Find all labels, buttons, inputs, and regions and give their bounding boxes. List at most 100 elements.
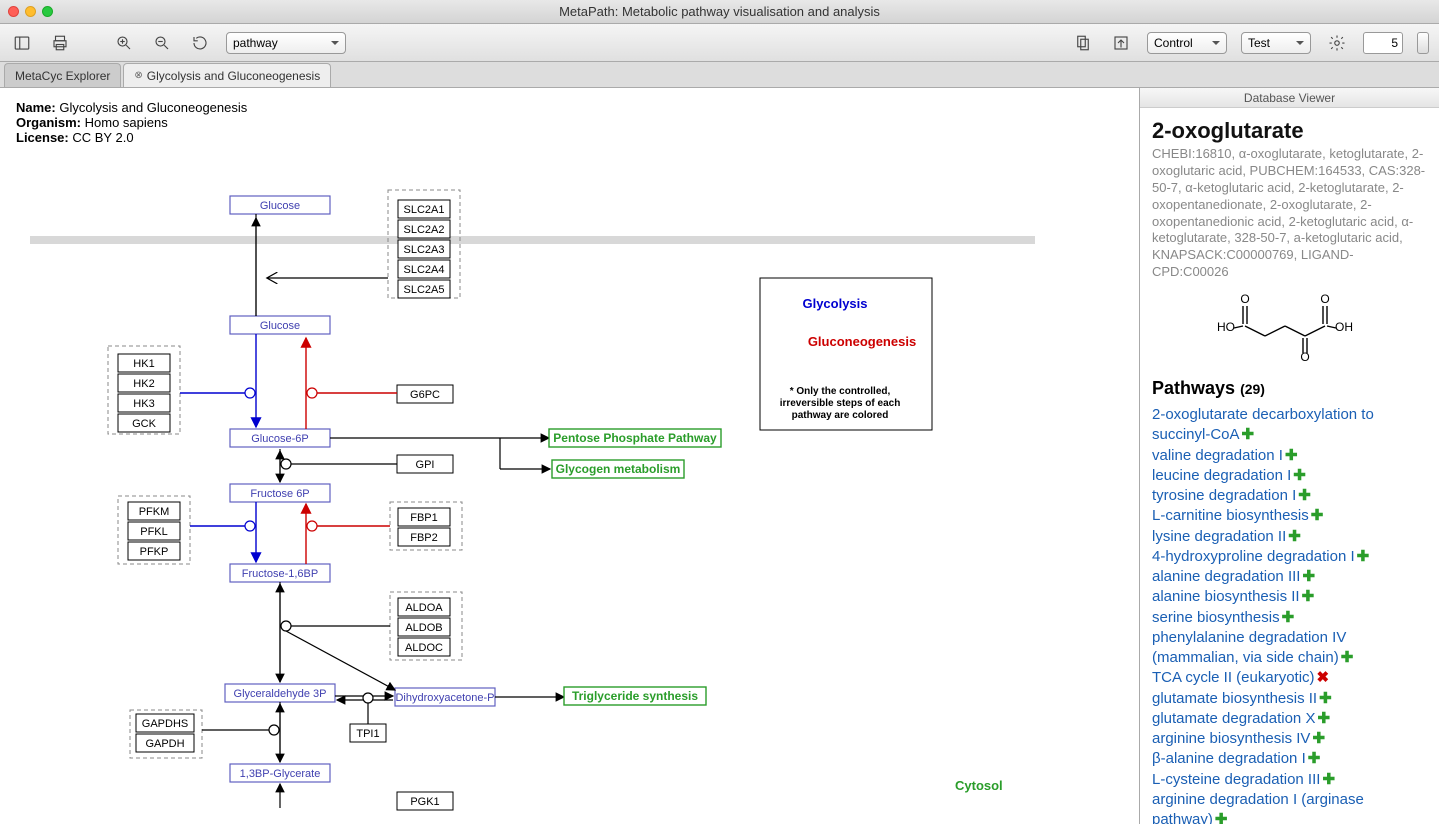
svg-text:* Only the controlled,: * Only the controlled, <box>790 386 891 397</box>
svg-text:Glycogen metabolism: Glycogen metabolism <box>556 462 681 476</box>
add-icon[interactable]: ✚ <box>1319 690 1332 707</box>
svg-text:Pentose Phosphate Pathway: Pentose Phosphate Pathway <box>553 431 717 445</box>
pathway-link-row: tyrosine degradation I✚ <box>1152 486 1427 506</box>
pathway-link[interactable]: arginine degradation I (arginase pathway… <box>1152 791 1364 824</box>
add-icon[interactable]: ✚ <box>1288 528 1301 545</box>
print-button[interactable] <box>48 31 72 55</box>
svg-text:Dihydroxyacetone-P: Dihydroxyacetone-P <box>395 692 494 704</box>
pathway-link[interactable]: β-alanine degradation I <box>1152 750 1306 767</box>
add-icon[interactable]: ✚ <box>1285 447 1298 464</box>
pathway-link[interactable]: 4-hydroxyproline degradation I <box>1152 548 1355 565</box>
pathway-link-row: phenylalanine degradation IV (mammalian,… <box>1152 628 1427 669</box>
pathway-link[interactable]: TCA cycle II (eukaryotic) <box>1152 669 1315 686</box>
add-icon[interactable]: ✚ <box>1322 771 1335 788</box>
svg-text:G6PC: G6PC <box>410 389 440 401</box>
sidebar-toggle-button[interactable] <box>10 31 34 55</box>
pathway-link[interactable]: serine biosynthesis <box>1152 609 1280 626</box>
pathway-link[interactable]: valine degradation I <box>1152 447 1283 464</box>
svg-text:PFKM: PFKM <box>139 506 170 518</box>
tab-glycolysis[interactable]: ⊗Glycolysis and Gluconeogenesis <box>123 63 331 87</box>
svg-text:ALDOC: ALDOC <box>405 642 443 654</box>
add-icon[interactable]: ✚ <box>1298 487 1311 504</box>
pathway-select-label: pathway <box>233 36 278 50</box>
window-titlebar: MetaPath: Metabolic pathway visualisatio… <box>0 0 1439 24</box>
svg-text:GPI: GPI <box>416 459 435 471</box>
svg-text:PGK1: PGK1 <box>410 796 439 808</box>
pathway-link-row: valine degradation I✚ <box>1152 446 1427 466</box>
add-icon[interactable]: ✚ <box>1312 730 1325 747</box>
svg-text:PFKL: PFKL <box>140 526 168 538</box>
svg-text:SLC2A3: SLC2A3 <box>404 244 445 256</box>
pathway-link[interactable]: L-cysteine degradation III <box>1152 771 1320 788</box>
pathway-link-row: β-alanine degradation I✚ <box>1152 749 1427 769</box>
test-select[interactable]: Test <box>1241 32 1311 54</box>
svg-text:Fructose 6P: Fructose 6P <box>250 488 309 500</box>
main-area: Name: Glycolysis and Gluconeogenesis Org… <box>0 88 1439 824</box>
copy-button[interactable] <box>1071 31 1095 55</box>
count-input[interactable] <box>1363 32 1403 54</box>
pathway-select[interactable]: pathway <box>226 32 346 54</box>
svg-text:O: O <box>1300 350 1309 361</box>
metabolite-label: Glucose <box>260 320 300 332</box>
pathway-link[interactable]: glutamate biosynthesis II <box>1152 690 1317 707</box>
pathway-link-row: arginine biosynthesis IV✚ <box>1152 729 1427 749</box>
svg-text:pathway are colored: pathway are colored <box>792 410 889 421</box>
zoom-out-button[interactable] <box>150 31 174 55</box>
pathway-link[interactable]: leucine degradation I <box>1152 467 1291 484</box>
pathway-link[interactable]: 2-oxoglutarate decarboxylation to succin… <box>1152 406 1374 443</box>
pathway-link[interactable]: L-carnitine biosynthesis <box>1152 507 1309 524</box>
zoom-in-button[interactable] <box>112 31 136 55</box>
pathways-list: 2-oxoglutarate decarboxylation to succin… <box>1152 405 1427 824</box>
svg-text:TPI1: TPI1 <box>356 728 379 740</box>
database-viewer-header: Database Viewer <box>1140 88 1439 108</box>
pathway-link-row: alanine biosynthesis II✚ <box>1152 587 1427 607</box>
pathway-link[interactable]: glutamate degradation X <box>1152 710 1315 727</box>
compound-name: 2-oxoglutarate <box>1152 118 1427 144</box>
add-icon[interactable]: ✚ <box>1302 588 1315 605</box>
pathway-link-row: 2-oxoglutarate decarboxylation to succin… <box>1152 405 1427 446</box>
pathway-link-row: L-carnitine biosynthesis✚ <box>1152 506 1427 526</box>
add-icon[interactable]: ✚ <box>1302 568 1315 585</box>
add-icon[interactable]: ✚ <box>1341 649 1354 666</box>
svg-text:HO: HO <box>1217 320 1235 334</box>
close-tab-icon[interactable]: ⊗ <box>134 70 142 81</box>
svg-text:SLC2A2: SLC2A2 <box>404 224 445 236</box>
pathways-heading: Pathways (29) <box>1152 378 1427 399</box>
pathway-link-row: L-cysteine degradation III✚ <box>1152 770 1427 790</box>
add-icon[interactable]: ✚ <box>1242 426 1255 443</box>
pathway-link[interactable]: phenylalanine degradation IV (mammalian,… <box>1152 629 1346 666</box>
svg-text:ALDOA: ALDOA <box>405 602 443 614</box>
svg-text:SLC2A4: SLC2A4 <box>404 264 445 276</box>
pathway-link[interactable]: arginine biosynthesis IV <box>1152 730 1310 747</box>
tab-label: MetaCyc Explorer <box>15 69 110 83</box>
refresh-button[interactable] <box>188 31 212 55</box>
svg-text:Glyceraldehyde 3P: Glyceraldehyde 3P <box>234 688 327 700</box>
add-icon[interactable]: ✚ <box>1293 467 1306 484</box>
control-select-label: Control <box>1154 36 1193 50</box>
settings-button[interactable] <box>1325 31 1349 55</box>
add-icon[interactable]: ✚ <box>1317 710 1330 727</box>
add-icon[interactable]: ✚ <box>1215 811 1228 824</box>
add-icon[interactable]: ✚ <box>1308 750 1321 767</box>
tab-metacyc-explorer[interactable]: MetaCyc Explorer <box>4 63 121 87</box>
svg-text:HK2: HK2 <box>133 378 154 390</box>
svg-text:GCK: GCK <box>132 418 157 430</box>
pathway-link[interactable]: alanine biosynthesis II <box>1152 588 1300 605</box>
add-icon[interactable]: ✚ <box>1357 548 1370 565</box>
add-icon[interactable]: ✚ <box>1311 507 1324 524</box>
diagram-area[interactable]: Name: Glycolysis and Gluconeogenesis Org… <box>0 88 1140 824</box>
remove-icon[interactable]: ✖ <box>1317 669 1330 686</box>
svg-text:HK3: HK3 <box>133 398 154 410</box>
pathway-link[interactable]: tyrosine degradation I <box>1152 487 1296 504</box>
svg-text:GAPDHS: GAPDHS <box>142 718 188 730</box>
export-button[interactable] <box>1109 31 1133 55</box>
gene-list-slc: SLC2A1 SLC2A2 SLC2A3 SLC2A4 SLC2A5 <box>398 200 450 298</box>
control-select[interactable]: Control <box>1147 32 1227 54</box>
add-icon[interactable]: ✚ <box>1282 609 1295 626</box>
pathway-link[interactable]: lysine degradation II <box>1152 528 1286 545</box>
svg-text:SLC2A1: SLC2A1 <box>404 204 445 216</box>
count-stepper[interactable] <box>1417 32 1429 54</box>
svg-text:SLC2A5: SLC2A5 <box>404 284 445 296</box>
svg-text:O: O <box>1320 292 1329 306</box>
pathway-link[interactable]: alanine degradation III <box>1152 568 1300 585</box>
